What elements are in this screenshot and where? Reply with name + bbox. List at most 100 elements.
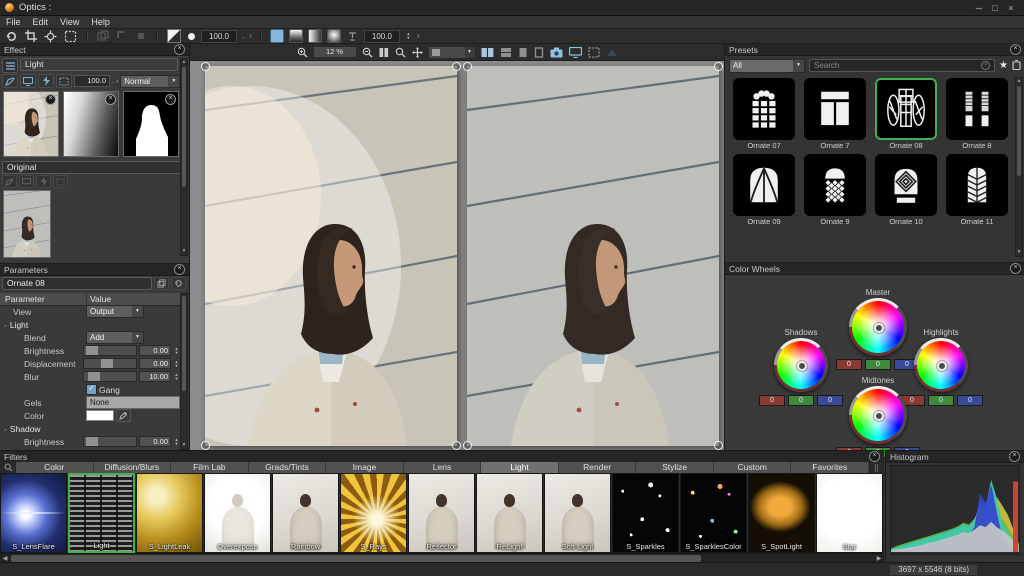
filter-thumb-s-spotlight[interactable]: S_SpotLight — [748, 473, 815, 553]
filter-search-icon[interactable] — [0, 462, 16, 473]
selection-handle[interactable] — [463, 441, 472, 450]
copy-settings-icon[interactable] — [154, 277, 169, 290]
filter-tab-custom[interactable]: Custom — [713, 462, 792, 473]
filter-thumb-s-lensflare[interactable]: S_LensFlare — [0, 473, 67, 553]
layer-opacity-value[interactable]: 100.0 — [74, 75, 110, 87]
wheel-cursor[interactable] — [797, 361, 807, 371]
filter-thumb-s-rays[interactable]: S_Rays — [340, 473, 407, 553]
original-thumbnail[interactable] — [3, 190, 51, 258]
single-view-icon[interactable] — [517, 46, 529, 59]
remove-icon[interactable]: × — [105, 94, 116, 105]
displacement-spinner[interactable]: ▲ ▼ — [173, 359, 180, 368]
brightness-spinner[interactable]: ▲ ▼ — [173, 346, 180, 355]
zoom-tool-icon[interactable] — [394, 46, 407, 59]
presets-close-icon[interactable]: × — [1010, 44, 1021, 55]
gradient-opacity-value[interactable]: 100.0 — [363, 29, 400, 43]
wheel-cursor[interactable] — [874, 411, 884, 421]
preset-ornate-10[interactable]: Ornate 10 — [871, 154, 941, 226]
crop-icon[interactable] — [24, 29, 38, 43]
trash-icon[interactable] — [1012, 59, 1021, 73]
selection-marquee-icon[interactable] — [587, 46, 601, 59]
filter-tab-film-lab[interactable]: Film Lab — [171, 462, 249, 473]
param-row-light[interactable]: - Light — [0, 318, 182, 331]
effect-close-icon[interactable]: × — [174, 44, 185, 55]
selection-handle[interactable] — [714, 441, 723, 450]
preset-name-field[interactable]: Ornate 08 — [2, 277, 152, 290]
filter-thumb-overexpose[interactable]: Overexpose — [204, 473, 271, 553]
mask-gradient-vertical-swatch[interactable] — [288, 29, 303, 43]
filter-thumb-reflector[interactable]: Reflector — [408, 473, 475, 553]
clear-search-icon[interactable]: × — [981, 61, 991, 70]
snapshot-camera-icon[interactable] — [549, 46, 564, 59]
close-button[interactable]: × — [1003, 1, 1019, 15]
filter-thumb-relight[interactable]: ReLight — [476, 473, 543, 553]
filter-tab-image[interactable]: Image — [326, 462, 404, 473]
preset-ornate-9[interactable]: Ornate 9 — [800, 154, 870, 226]
favorite-star-icon[interactable]: ★ — [999, 60, 1008, 71]
green-value[interactable]: 0 — [788, 395, 814, 406]
mask-gradient-radial-swatch[interactable] — [326, 29, 341, 43]
layer-name-input[interactable]: Light — [20, 58, 178, 71]
blend-mode-dropdown[interactable]: Normal ▼ — [120, 74, 181, 88]
eyedropper-icon[interactable] — [116, 409, 131, 422]
gradient-expand-icon[interactable]: › — [417, 31, 420, 41]
single-view-alt-icon[interactable] — [533, 46, 545, 59]
blur-spinner[interactable]: ▲ ▼ — [173, 372, 180, 381]
gradient-opacity-spinner[interactable]: ▲ ▼ — [405, 32, 412, 40]
preset-ornate-7[interactable]: Ornate 7 — [800, 78, 870, 150]
blur-slider[interactable] — [83, 371, 137, 382]
filter-tab-color[interactable]: Color — [16, 462, 94, 473]
filter-tab-favorites[interactable]: Favorites — [791, 462, 870, 473]
preset-ornate-07[interactable]: Ornate 07 — [729, 78, 799, 150]
transform-icon[interactable] — [63, 29, 78, 43]
flag-triangle-icon[interactable] — [605, 46, 619, 59]
brightness-slider[interactable] — [83, 436, 137, 447]
mask-preview-icon[interactable] — [166, 29, 182, 43]
filter-thumb-rainbow[interactable]: Rainbow — [272, 473, 339, 553]
reset-settings-icon[interactable] — [171, 277, 186, 290]
maximize-button[interactable]: □ — [987, 1, 1003, 15]
menu-help[interactable]: Help — [91, 17, 110, 27]
color-wheels-close-icon[interactable]: × — [1010, 263, 1021, 274]
pan-tool-icon[interactable] — [411, 46, 424, 59]
scrollbar-thumb[interactable] — [11, 555, 701, 562]
presets-scrollbar[interactable]: ▲ ▼ — [1015, 77, 1023, 257]
selection-handle[interactable] — [463, 62, 472, 71]
brightness-spinner[interactable]: ▲ ▼ — [173, 437, 180, 446]
selection-handle[interactable] — [201, 441, 210, 450]
green-value[interactable]: 0 — [928, 395, 954, 406]
remove-icon[interactable]: × — [165, 94, 176, 105]
preset-category-dropdown[interactable]: All ▼ — [729, 58, 805, 73]
fit-columns-icon[interactable] — [378, 46, 390, 59]
filter-thumb-s-sparklescolor[interactable]: S_SparklesColor — [680, 473, 747, 553]
layer-mask-thumbnail[interactable]: × — [123, 91, 179, 157]
selection-handle[interactable] — [452, 441, 461, 450]
view-mode-dropdown[interactable]: ▼ — [427, 45, 476, 59]
edit-layer-icon[interactable] — [2, 74, 18, 88]
filter-thumb-s-sparkles[interactable]: S_Sparkles — [612, 473, 679, 553]
filter-tab-grads-tints[interactable]: Grads/Tints — [248, 462, 327, 473]
displacement-slider[interactable] — [83, 358, 137, 369]
gang-checkbox[interactable]: ✓ — [86, 384, 97, 395]
histogram-close-icon[interactable]: × — [1009, 451, 1020, 462]
view-dropdown[interactable]: Output ▼ — [86, 305, 144, 318]
brightness-slider[interactable] — [83, 345, 137, 356]
brush-expand-icon[interactable]: › — [249, 31, 252, 41]
filter-tab-stylize[interactable]: Stylize — [636, 462, 714, 473]
green-value[interactable]: 0 — [865, 359, 891, 370]
parameters-close-icon[interactable]: × — [174, 264, 185, 275]
color-swatch[interactable] — [86, 410, 114, 421]
fx-lightning-icon[interactable] — [38, 74, 54, 88]
selection-handle[interactable] — [714, 62, 723, 71]
remove-icon[interactable]: × — [45, 94, 56, 105]
effect-scrollbar[interactable]: ▲ ▼ — [180, 58, 188, 256]
minimize-button[interactable]: ─ — [971, 1, 987, 15]
brush-opacity-value[interactable]: 100.0 — [201, 29, 237, 43]
thumbnail-size-icon[interactable]: ⣿ — [869, 462, 884, 473]
zoom-in-icon[interactable] — [296, 46, 309, 59]
preview-image-original[interactable] — [463, 62, 723, 450]
parameters-scrollbar[interactable]: ▼ — [180, 293, 188, 450]
display-monitor-icon[interactable] — [568, 46, 583, 59]
horizontal-split-icon[interactable] — [499, 46, 513, 59]
gels-selector[interactable]: None — [86, 396, 180, 409]
